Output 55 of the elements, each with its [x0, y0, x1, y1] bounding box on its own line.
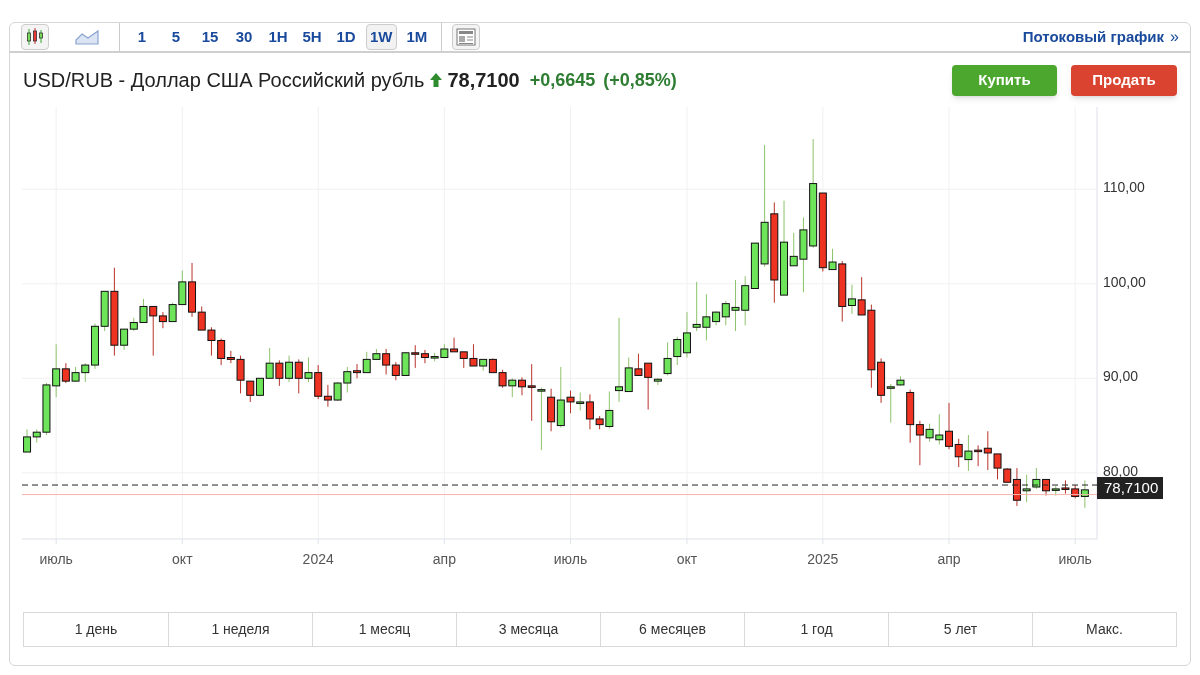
- ref-line-label: 78,7100: [1104, 479, 1159, 497]
- candlestick: [207, 326, 216, 357]
- price-change: +0,6645: [529, 68, 596, 92]
- candlestick: [1032, 467, 1041, 490]
- chart-type-button[interactable]: [21, 24, 49, 50]
- interval-tab[interactable]: 1W: [366, 24, 397, 50]
- interval-tab[interactable]: 1M: [402, 24, 432, 50]
- axis-label: 80,00: [1103, 462, 1139, 479]
- axis-label: 110,00: [1103, 179, 1145, 196]
- layout-button[interactable]: [452, 24, 481, 50]
- interval-tab[interactable]: 5H: [298, 24, 326, 50]
- link-arrow: »: [1170, 27, 1179, 47]
- candlestick: [498, 369, 507, 389]
- candlestick: [294, 358, 303, 394]
- candlestick: [488, 357, 497, 374]
- candlestick: [906, 389, 915, 444]
- candlestick: [692, 281, 701, 332]
- interval-tab[interactable]: 1: [128, 24, 156, 50]
- axis-label: июль: [553, 551, 588, 567]
- candlestick: [333, 381, 342, 402]
- candlestick: [459, 351, 468, 369]
- axis-label: июль: [1058, 551, 1092, 567]
- candlestick-icon: [25, 27, 45, 47]
- axis-label: 2024: [302, 551, 334, 567]
- axis-label: апр: [937, 551, 961, 567]
- candlestick: [391, 361, 400, 381]
- axis-label: июль: [39, 551, 73, 567]
- axis-label: 100,00: [1103, 273, 1146, 290]
- candlestick: [401, 351, 410, 376]
- interval-tab[interactable]: 15: [196, 24, 224, 50]
- area-chart-icon: [75, 28, 99, 46]
- axis-label: окт: [172, 551, 193, 567]
- candlestick: [450, 337, 459, 353]
- candlestick: [304, 357, 313, 383]
- axis-label: 90,00: [1103, 368, 1139, 385]
- candlestick: [508, 377, 517, 398]
- candlestick: [1022, 474, 1031, 503]
- price-tag: 78,7100: [1097, 477, 1163, 499]
- price-change-percent: (+0,85%): [603, 68, 677, 92]
- streaming-chart-link[interactable]: Потоковый график: [1022, 25, 1165, 49]
- sell-button[interactable]: Продать: [1071, 64, 1177, 96]
- axis-label: 2025: [807, 551, 839, 567]
- axis-label: окт: [676, 551, 698, 567]
- axis-label: апр: [432, 551, 456, 567]
- instrument-title: USD/RUB - Доллар США Российский рубль: [23, 68, 425, 93]
- interval-tab[interactable]: 30: [230, 24, 258, 50]
- candlestick: [71, 366, 80, 383]
- interval-tab[interactable]: 1H: [264, 24, 292, 50]
- price: 78,7100: [447, 68, 520, 93]
- interval-tab[interactable]: 5: [162, 24, 190, 50]
- newspaper-icon: [456, 28, 477, 46]
- interval-tab[interactable]: 1D: [332, 24, 360, 50]
- candlestick: [285, 355, 294, 383]
- candlestick: [741, 275, 750, 326]
- candlestick: [275, 359, 284, 387]
